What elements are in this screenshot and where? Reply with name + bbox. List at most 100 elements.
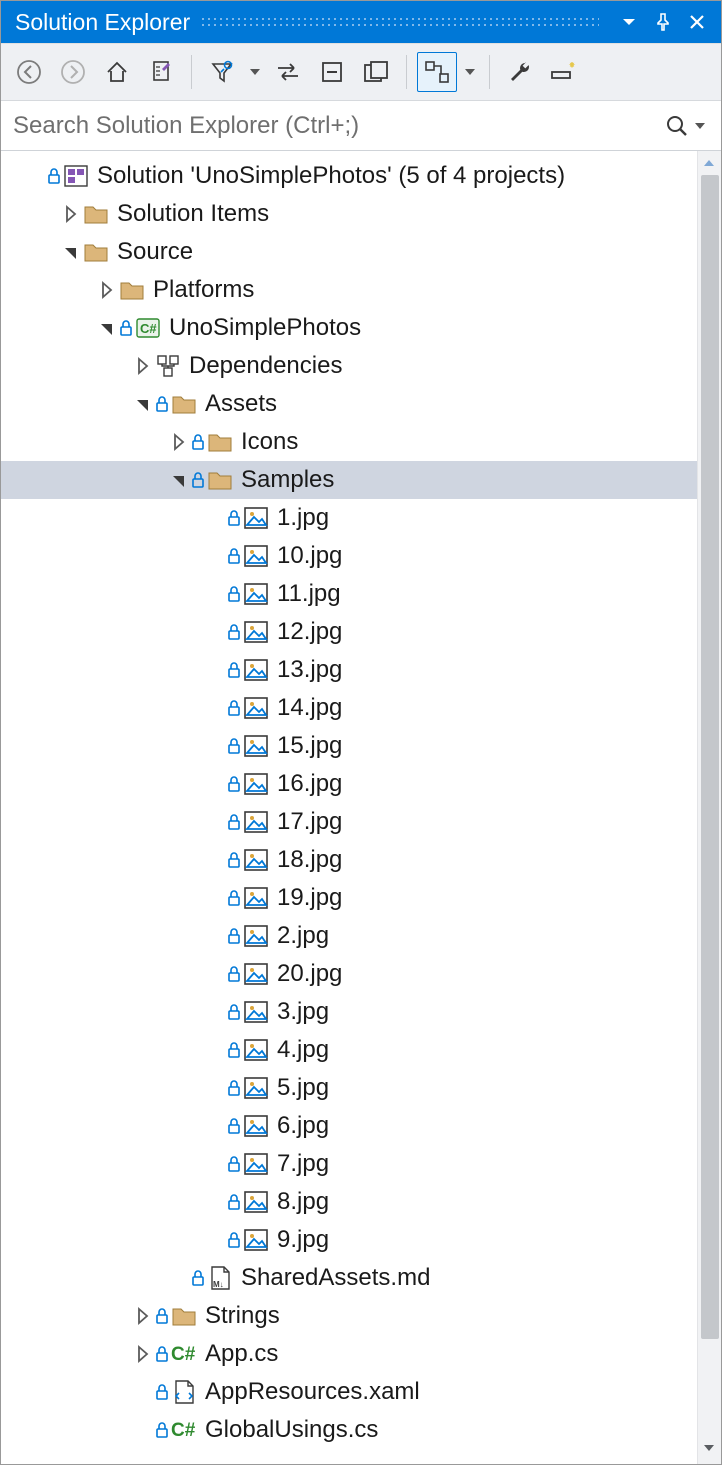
show-all-files-button[interactable] <box>356 52 396 92</box>
tree-item[interactable]: Solution 'UnoSimplePhotos' (5 of 4 proje… <box>1 157 697 195</box>
expand-open-icon[interactable] <box>95 316 119 340</box>
tree-view[interactable]: Solution 'UnoSimplePhotos' (5 of 4 proje… <box>1 151 697 1464</box>
home-button[interactable] <box>97 52 137 92</box>
tree-item-label: 5.jpg <box>277 1074 329 1102</box>
tree-item[interactable]: 17.jpg <box>1 803 697 841</box>
expand-closed-icon[interactable] <box>95 278 119 302</box>
tree-item[interactable]: 14.jpg <box>1 689 697 727</box>
expand-closed-icon[interactable] <box>59 202 83 226</box>
tree-item[interactable]: 20.jpg <box>1 955 697 993</box>
tree-item-label: Assets <box>205 390 277 418</box>
tree-item[interactable]: Icons <box>1 423 697 461</box>
tree-item[interactable]: 10.jpg <box>1 537 697 575</box>
tree-item[interactable]: 9.jpg <box>1 1221 697 1259</box>
lock-icon <box>227 661 241 679</box>
pin-icon[interactable] <box>649 8 677 36</box>
expand-none <box>203 1076 227 1100</box>
tree-item[interactable]: GlobalUsings.cs <box>1 1411 697 1449</box>
tree-item[interactable]: 2.jpg <box>1 917 697 955</box>
lock-icon <box>227 775 241 793</box>
tree-item[interactable]: SharedAssets.md <box>1 1259 697 1297</box>
toolbar-separator <box>406 55 407 89</box>
expand-none <box>167 1266 191 1290</box>
panel-title: Solution Explorer <box>15 9 190 36</box>
scroll-up-icon[interactable] <box>702 157 718 173</box>
tree-item[interactable]: Solution Items <box>1 195 697 233</box>
track-dropdown-icon[interactable] <box>461 52 479 92</box>
expand-none <box>203 848 227 872</box>
filter-dropdown-icon[interactable] <box>246 52 264 92</box>
tree-item-label: Icons <box>241 428 298 456</box>
cs-icon <box>171 1417 197 1443</box>
tree-item-label: Solution Items <box>117 200 269 228</box>
tree-item[interactable]: App.cs <box>1 1335 697 1373</box>
back-button[interactable] <box>9 52 49 92</box>
tree-item[interactable]: 13.jpg <box>1 651 697 689</box>
tree-item-label: Source <box>117 238 193 266</box>
close-icon[interactable] <box>683 8 711 36</box>
tree-item[interactable]: 7.jpg <box>1 1145 697 1183</box>
tree-item[interactable]: 19.jpg <box>1 879 697 917</box>
switch-views-button[interactable] <box>141 52 181 92</box>
image-icon <box>243 847 269 873</box>
tree-item[interactable]: UnoSimplePhotos <box>1 309 697 347</box>
tree-item-label: Dependencies <box>189 352 342 380</box>
collapse-all-button[interactable] <box>312 52 352 92</box>
vertical-scrollbar[interactable] <box>697 151 721 1464</box>
titlebar-grip[interactable] <box>200 16 599 28</box>
properties-button[interactable] <box>500 52 540 92</box>
lock-icon <box>227 965 241 983</box>
expand-open-icon[interactable] <box>167 468 191 492</box>
expand-closed-icon[interactable] <box>167 430 191 454</box>
tree-item[interactable]: 11.jpg <box>1 575 697 613</box>
search-icon[interactable] <box>665 114 689 138</box>
tree-item[interactable]: AppResources.xaml <box>1 1373 697 1411</box>
tree-item[interactable]: 15.jpg <box>1 727 697 765</box>
preview-button[interactable] <box>544 52 584 92</box>
expand-none <box>203 734 227 758</box>
expand-none <box>203 924 227 948</box>
tree-item[interactable]: Platforms <box>1 271 697 309</box>
scrollbar-thumb[interactable] <box>701 175 719 1339</box>
scrollbar-track[interactable] <box>698 175 721 1440</box>
sync-button[interactable] <box>268 52 308 92</box>
tree-item-label: Platforms <box>153 276 254 304</box>
image-icon <box>243 619 269 645</box>
tree-item[interactable]: 8.jpg <box>1 1183 697 1221</box>
search-bar[interactable] <box>1 101 721 151</box>
scroll-down-icon[interactable] <box>702 1442 718 1458</box>
tree-item-label: 2.jpg <box>277 922 329 950</box>
tree-item[interactable]: Samples <box>1 461 697 499</box>
expand-closed-icon[interactable] <box>131 1304 155 1328</box>
forward-button[interactable] <box>53 52 93 92</box>
tree-item[interactable]: 6.jpg <box>1 1107 697 1145</box>
search-dropdown-icon[interactable] <box>691 106 709 146</box>
window-options-dropdown-icon[interactable] <box>615 8 643 36</box>
track-active-item-button[interactable] <box>417 52 457 92</box>
tree-item[interactable]: Strings <box>1 1297 697 1335</box>
tree-item-label: 19.jpg <box>277 884 342 912</box>
tree-item[interactable]: Dependencies <box>1 347 697 385</box>
tree-item[interactable]: Source <box>1 233 697 271</box>
tree-item[interactable]: 3.jpg <box>1 993 697 1031</box>
search-input[interactable] <box>13 112 665 140</box>
tree-item[interactable]: 5.jpg <box>1 1069 697 1107</box>
filter-button[interactable] <box>202 52 242 92</box>
tree-item[interactable]: 1.jpg <box>1 499 697 537</box>
expand-none <box>203 886 227 910</box>
expand-closed-icon[interactable] <box>131 354 155 378</box>
expand-open-icon[interactable] <box>59 240 83 264</box>
tree-item-label: 8.jpg <box>277 1188 329 1216</box>
expand-open-icon[interactable] <box>131 392 155 416</box>
tree-item[interactable]: 16.jpg <box>1 765 697 803</box>
expand-none <box>203 1190 227 1214</box>
image-icon <box>243 1189 269 1215</box>
tree-item[interactable]: Assets <box>1 385 697 423</box>
titlebar[interactable]: Solution Explorer <box>1 1 721 43</box>
tree-item[interactable]: 12.jpg <box>1 613 697 651</box>
tree-item-label: 3.jpg <box>277 998 329 1026</box>
expand-closed-icon[interactable] <box>131 1342 155 1366</box>
tree-item[interactable]: 18.jpg <box>1 841 697 879</box>
tree-item-label: 1.jpg <box>277 504 329 532</box>
tree-item[interactable]: 4.jpg <box>1 1031 697 1069</box>
